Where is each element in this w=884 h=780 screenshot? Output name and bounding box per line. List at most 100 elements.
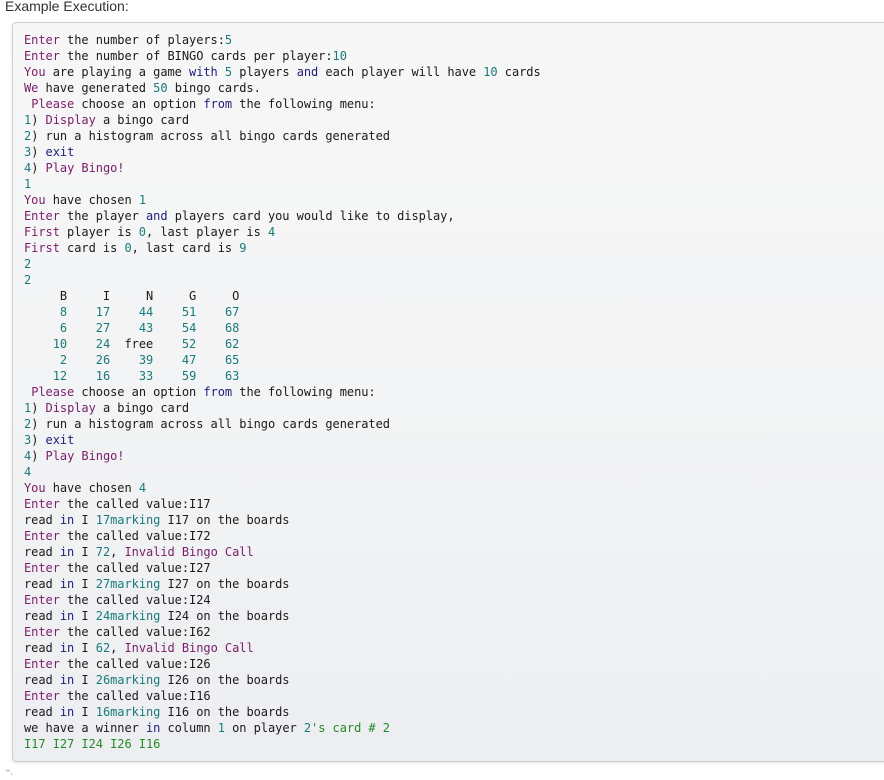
- console-token: [110, 305, 139, 319]
- console-line: 2) run a histogram across all bingo card…: [24, 128, 541, 144]
- console-token: Enter: [24, 657, 60, 671]
- console-line: Enter the number of BINGO cards per play…: [24, 48, 541, 64]
- console-token: Enter: [24, 497, 60, 511]
- console-token: [24, 369, 53, 383]
- console-token: a bingo card: [95, 113, 190, 127]
- console-token: [24, 353, 60, 367]
- console-line: 2 26 39 47 65: [24, 352, 541, 368]
- console-token: 24marking: [95, 609, 161, 623]
- truncated-text: "·: [6, 768, 14, 780]
- console-token: 68: [224, 321, 240, 335]
- console-token: I: [74, 673, 96, 687]
- console-token: 26: [95, 353, 111, 367]
- console-line: 1) Display a bingo card: [24, 400, 541, 416]
- console-token: the called value:I62: [59, 625, 211, 639]
- console-token: have generated: [38, 81, 154, 95]
- console-token: 72: [95, 545, 111, 559]
- console-line: I17 I27 I24 I26 I16: [24, 736, 541, 752]
- console-line: Enter the player and players card you wo…: [24, 208, 541, 224]
- console-token: ) run a histogram across all bingo cards…: [31, 417, 390, 431]
- console-line: 4) Play Bingo!: [24, 160, 541, 176]
- console-token: [196, 369, 225, 383]
- console-token: and: [145, 209, 168, 223]
- console-line: Enter the called value:I72: [24, 528, 541, 544]
- console-token: First: [24, 225, 60, 239]
- console-token: Invalid Bingo Call: [124, 641, 254, 655]
- console-token: 2: [24, 273, 32, 287]
- console-line: First card is 0, last card is 9: [24, 240, 541, 256]
- console-line: Enter the called value:I26: [24, 656, 541, 672]
- console-token: 54: [181, 321, 197, 335]
- console-token: 1: [138, 193, 146, 207]
- console-line: 1: [24, 176, 541, 192]
- console-token: Enter: [24, 561, 60, 575]
- console-line: 12 16 33 59 63: [24, 368, 541, 384]
- console-token: ): [31, 433, 46, 447]
- console-token: [24, 321, 60, 335]
- console-token: a bingo card: [95, 401, 190, 415]
- console-token: First: [24, 241, 60, 255]
- console-token: [67, 337, 96, 351]
- console-token: players card you would like to display,: [167, 209, 455, 223]
- console-token: 43: [138, 321, 154, 335]
- console-token: ,: [110, 545, 125, 559]
- console-token: [110, 321, 139, 335]
- console-line: 10 24 free 52 62: [24, 336, 541, 352]
- console-token: [196, 305, 225, 319]
- console-token: from: [203, 385, 233, 399]
- console-line: 2) run a histogram across all bingo card…: [24, 416, 541, 432]
- console-token: Display: [45, 401, 96, 415]
- console-line: 4) Play Bingo!: [24, 448, 541, 464]
- console-line: 3) exit: [24, 144, 541, 160]
- console-token: choose an option: [74, 385, 204, 399]
- console-token: B I N G O: [24, 289, 240, 303]
- console-line: read in I 26marking I26 on the boards: [24, 672, 541, 688]
- console-token: I: [74, 609, 96, 623]
- console-token: 27: [95, 321, 111, 335]
- console-token: in: [59, 705, 75, 719]
- console-token: [196, 353, 225, 367]
- console-token: [153, 369, 182, 383]
- console-token: [67, 353, 96, 367]
- console-token: bingo cards.: [167, 81, 261, 95]
- console-token: [153, 305, 182, 319]
- console-line: Enter the called value:I24: [24, 592, 541, 608]
- console-token: 1: [24, 177, 32, 191]
- console-token: 50: [153, 81, 168, 95]
- console-token: We: [24, 81, 39, 95]
- console-token: 59: [181, 369, 197, 383]
- console-line: 2: [24, 272, 541, 288]
- console-token: Enter: [24, 593, 60, 607]
- console-token: player is: [59, 225, 139, 239]
- console-line: 2: [24, 256, 541, 272]
- console-token: exit: [45, 433, 75, 447]
- console-token: 5: [224, 33, 233, 47]
- console-token: I27 on the boards: [160, 577, 290, 591]
- console-token: in: [59, 513, 75, 527]
- console-token: ): [31, 145, 46, 159]
- console-token: ) run a histogram across all bingo cards…: [31, 129, 390, 143]
- console-line: we have a winner in column 1 on player 2…: [24, 720, 541, 736]
- console-token: [67, 305, 96, 319]
- console-token: Enter: [24, 625, 60, 639]
- console-token: [24, 305, 60, 319]
- console-token: in: [145, 721, 161, 735]
- console-token: [110, 353, 139, 367]
- console-token: Please: [31, 385, 75, 399]
- console-token: 63: [224, 369, 240, 383]
- console-token: 65: [224, 353, 240, 367]
- console-token: ): [31, 113, 46, 127]
- console-line: You have chosen 4: [24, 480, 541, 496]
- console-line: Enter the called value:I17: [24, 496, 541, 512]
- console-token: 67: [224, 305, 240, 319]
- console-line: 3) exit: [24, 432, 541, 448]
- console-token: the player: [59, 209, 146, 223]
- console-token: I16 on the boards: [160, 705, 290, 719]
- console-token: Display: [45, 113, 96, 127]
- console-line: You have chosen 1: [24, 192, 541, 208]
- console-line: read in I 16marking I16 on the boards: [24, 704, 541, 720]
- console-token: [153, 321, 182, 335]
- console-token: [24, 337, 53, 351]
- console-token: 10: [52, 337, 68, 351]
- console-line: read in I 27marking I27 on the boards: [24, 576, 541, 592]
